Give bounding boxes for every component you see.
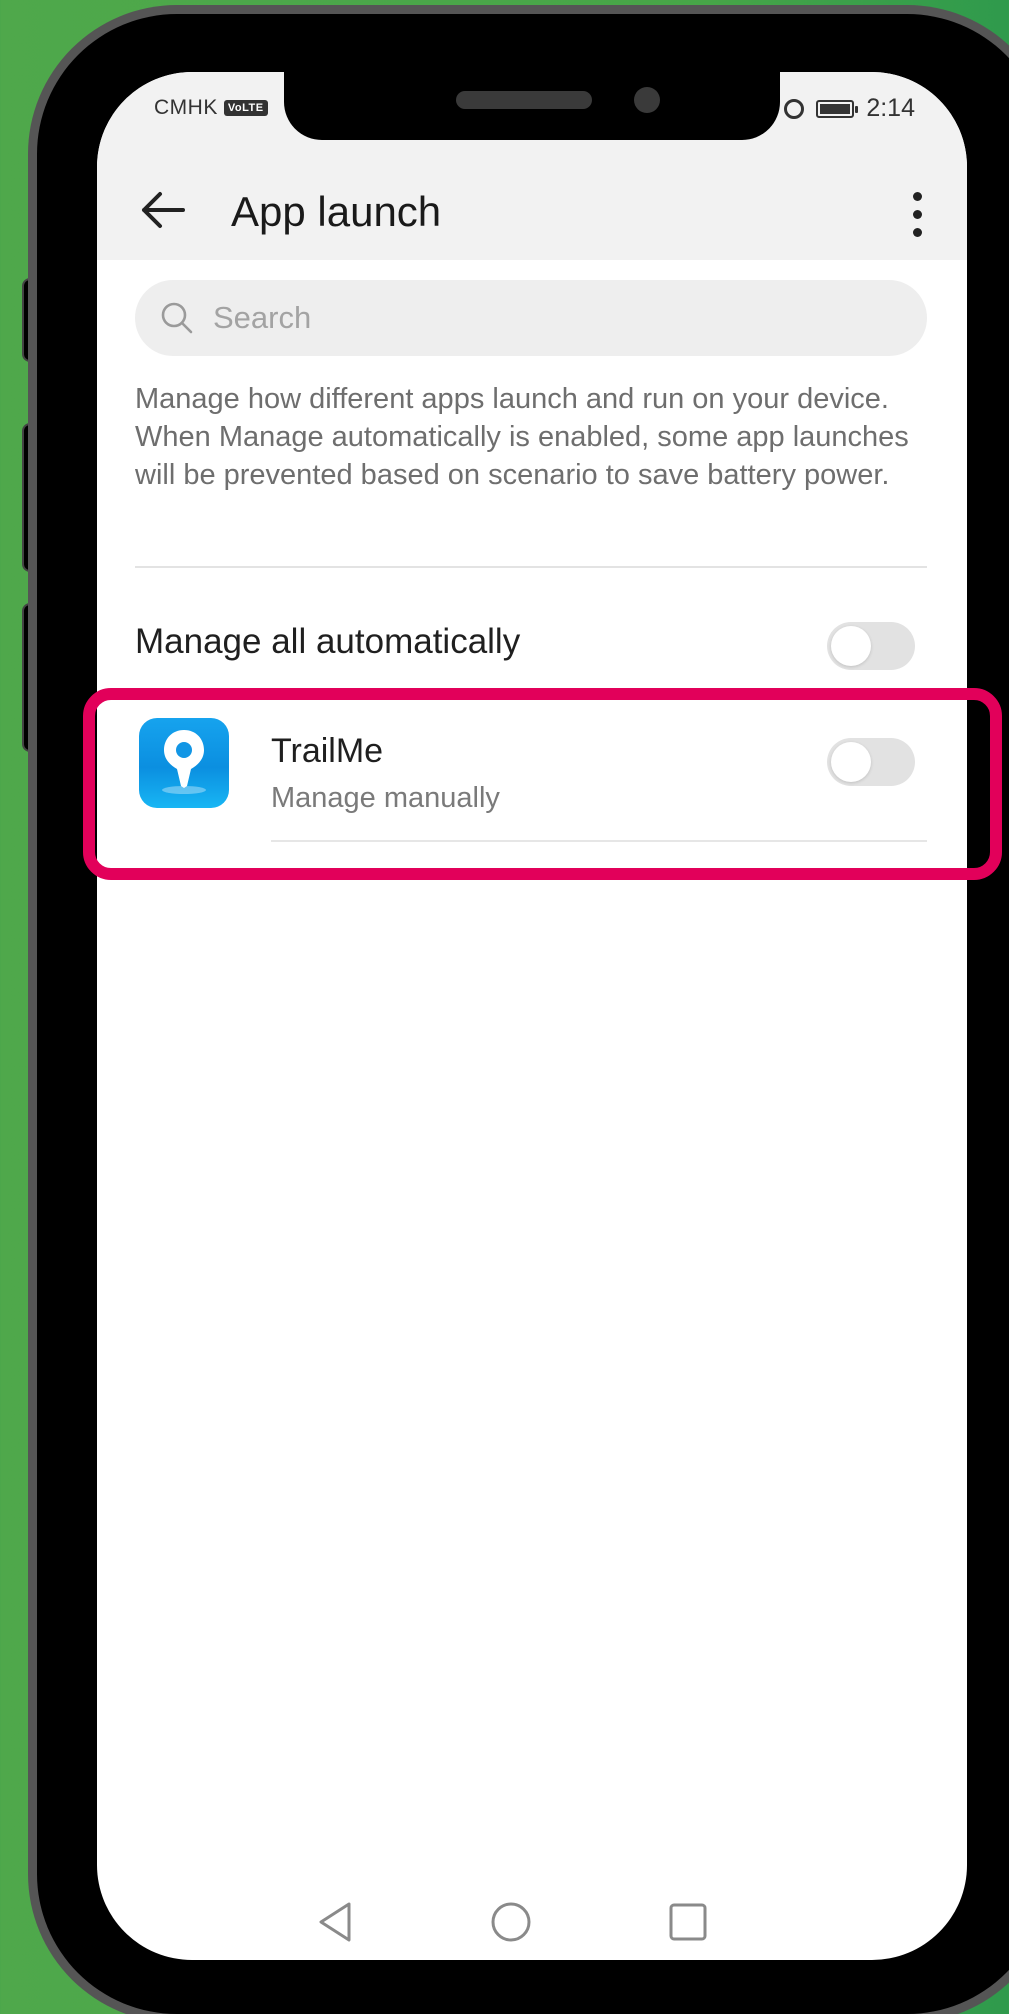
alarm-icon xyxy=(784,98,805,119)
nav-home-button[interactable] xyxy=(481,1892,541,1952)
divider xyxy=(135,566,927,568)
app-launch-status: Manage manually xyxy=(271,782,500,814)
back-button[interactable] xyxy=(133,180,193,240)
search-icon xyxy=(157,298,197,338)
arrow-left-icon xyxy=(142,192,185,228)
page-title: App launch xyxy=(231,188,442,235)
more-vertical-icon xyxy=(912,191,922,201)
status-time: 2:14 xyxy=(866,94,915,122)
more-options-button[interactable] xyxy=(897,184,937,244)
circle-home-icon xyxy=(491,1902,531,1942)
manage-all-row[interactable]: Manage all automatically xyxy=(135,592,927,688)
app-name: TrailMe xyxy=(271,732,384,770)
search-bar[interactable] xyxy=(135,280,927,356)
toggle-knob xyxy=(831,626,871,666)
nav-recents-button[interactable] xyxy=(658,1892,718,1952)
status-bar-left: CMHK VoLTE . xyxy=(154,96,294,120)
earpiece-speaker xyxy=(456,91,592,109)
location-pin-icon xyxy=(162,730,206,794)
nav-back-button[interactable] xyxy=(305,1892,365,1952)
search-input[interactable] xyxy=(211,299,865,337)
app-bar: App launch xyxy=(97,166,967,260)
app-icon xyxy=(139,718,229,808)
display-notch xyxy=(284,72,780,140)
carrier-label: CMHK xyxy=(154,96,218,119)
app-launch-toggle[interactable] xyxy=(827,738,915,786)
more-dot xyxy=(912,209,922,219)
app-list-item[interactable]: TrailMe Manage manually xyxy=(97,692,967,842)
divider xyxy=(271,840,927,842)
square-recents-icon xyxy=(669,1903,707,1941)
front-camera xyxy=(634,87,660,113)
page-description: Manage how different apps launch and run… xyxy=(135,383,909,491)
volte-badge: VoLTE xyxy=(223,100,268,116)
triangle-back-icon xyxy=(319,1902,351,1942)
battery-icon xyxy=(816,99,859,118)
battery-level xyxy=(820,103,851,114)
status-bar-right: 2:14 xyxy=(784,94,915,123)
toggle-knob xyxy=(831,742,871,782)
phone-screen: CMHK VoLTE . 2:14 App launch xyxy=(97,72,967,1960)
manage-all-label: Manage all automatically xyxy=(135,622,521,661)
more-dot xyxy=(912,227,922,237)
manage-all-toggle[interactable] xyxy=(827,622,915,670)
